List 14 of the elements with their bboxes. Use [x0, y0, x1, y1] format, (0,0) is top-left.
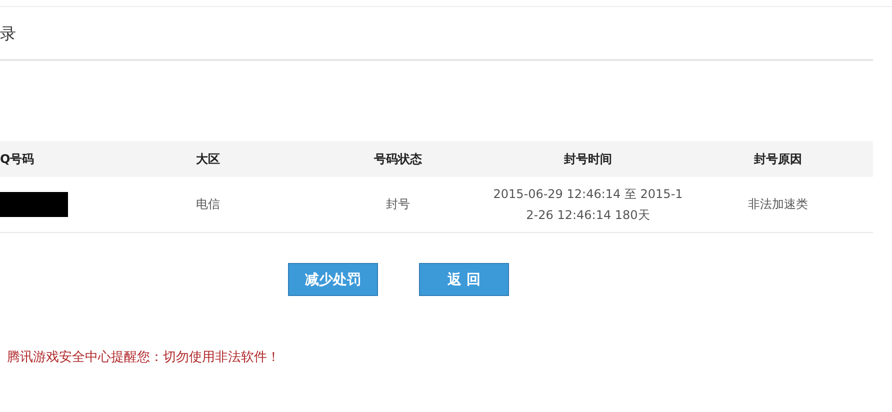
table-cell-text: 封号 — [386, 196, 410, 213]
section-title: 录 — [0, 24, 16, 44]
column-header: 封号时间 — [563, 150, 613, 168]
table-cell-text: 非法加速类 — [748, 196, 808, 213]
notice-text: 腾讯游戏安全中心提醒您：切勿使用非法软件！ — [6, 349, 281, 366]
redaction-block — [0, 192, 68, 217]
table-cell-text: 2015-06-29 12:46:14 至 2015-12-26 12:46:14 180天 — [493, 186, 683, 224]
action-button[interactable]: 减少处罚 — [288, 263, 378, 296]
action-button[interactable]: 返 回 — [419, 263, 509, 296]
column-header: 大区 — [195, 150, 221, 168]
column-header: 号码状态 — [373, 150, 423, 168]
table-cell-text: 电信 — [196, 196, 220, 213]
column-header: Q号码 — [0, 150, 36, 168]
column-header: 封号原因 — [753, 150, 803, 168]
